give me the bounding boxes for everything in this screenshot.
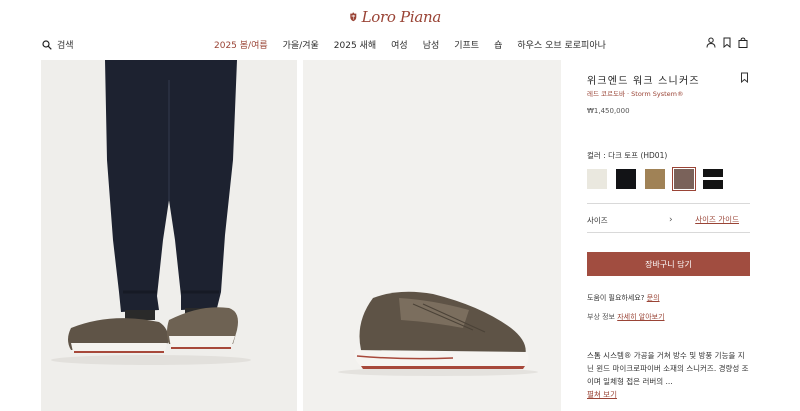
size-guide-link[interactable]: 사이즈 가이드	[695, 214, 739, 225]
description-text: 스톰 시스템® 가공을 거쳐 방수 및 방풍 기능을 지닌 윈드 마이크로파이버…	[587, 351, 749, 386]
swatch-black[interactable]	[703, 169, 723, 189]
info-row: 부상 정보 자세히 알아보기	[587, 312, 665, 322]
nav-item-fall-winter[interactable]: 가을/겨울	[283, 38, 319, 51]
sneaker-illustration	[338, 291, 538, 376]
model-legs-image[interactable]	[41, 60, 297, 411]
contact-link[interactable]: 문의	[647, 294, 660, 302]
nav-item-gift[interactable]: 기프트	[454, 38, 479, 51]
product-material: 레드 코르도바 · Storm System®	[587, 90, 684, 98]
bag-icon[interactable]	[738, 37, 748, 48]
info-text: 부상 정보	[587, 313, 618, 321]
main-nav: 2025 봄/여름 가을/겨울 2025 새해 여성 남성 기프트 숍 하우스 …	[214, 38, 606, 51]
swatch-tan[interactable]	[645, 169, 665, 189]
chevron-right-icon: ›	[669, 215, 673, 225]
product-price: ₩1,450,000	[587, 107, 630, 115]
search-label: 검색	[57, 41, 74, 51]
learn-more-link[interactable]: 자세히 알아보기	[617, 313, 664, 321]
search-button[interactable]: 검색	[42, 38, 74, 51]
swatch-navy[interactable]	[616, 169, 636, 189]
color-swatches	[587, 167, 723, 191]
read-more-link[interactable]: 펼쳐 보기	[587, 388, 617, 401]
swatch-ivory[interactable]	[587, 169, 607, 189]
crest-icon	[350, 12, 357, 22]
wishlist-bookmark-icon[interactable]	[740, 72, 749, 83]
swatch-dark-taupe[interactable]	[672, 167, 696, 191]
nav-item-new-year[interactable]: 2025 새해	[334, 38, 376, 51]
account-icon[interactable]	[706, 37, 716, 48]
add-to-cart-button[interactable]: 장바구니 담기	[587, 252, 750, 276]
sneaker-side-image[interactable]	[303, 60, 561, 411]
brand-logo-text: Loro Piana	[361, 8, 442, 26]
site-header: Loro Piana 검색 2025 봄/여름 가을/겨울 2025 새해 여성…	[0, 0, 800, 60]
help-text: 도움이 필요하세요?	[587, 294, 647, 302]
help-row: 도움이 필요하세요? 문의	[587, 293, 660, 303]
search-icon	[42, 39, 52, 50]
brand-logo[interactable]: Loro Piana	[349, 5, 441, 29]
nav-item-women[interactable]: 여성	[391, 38, 408, 51]
size-label: 사이즈	[587, 216, 608, 225]
nav-item-spring-summer[interactable]: 2025 봄/여름	[214, 38, 268, 51]
header-actions	[706, 37, 748, 48]
size-selector[interactable]: 사이즈 › 사이즈 가이드	[587, 203, 750, 233]
product-description: 스톰 시스템® 가공을 거쳐 방수 및 방풍 기능을 지닌 윈드 마이크로파이버…	[587, 349, 750, 401]
nav-item-house[interactable]: 하우스 오브 로로피아나	[517, 38, 606, 51]
nav-item-shop[interactable]: 숍	[494, 38, 502, 51]
bookmark-icon[interactable]	[722, 37, 732, 48]
product-title: 위크엔드 워크 스니커즈	[587, 76, 700, 87]
model-legs-illustration	[51, 60, 251, 365]
selected-color-label: 컬러 : 다크 토프 (HD01)	[587, 151, 668, 160]
product-panel: 위크엔드 워크 스니커즈 레드 코르도바 · Storm System® ₩1,…	[587, 60, 750, 411]
nav-item-men[interactable]: 남성	[423, 38, 440, 51]
